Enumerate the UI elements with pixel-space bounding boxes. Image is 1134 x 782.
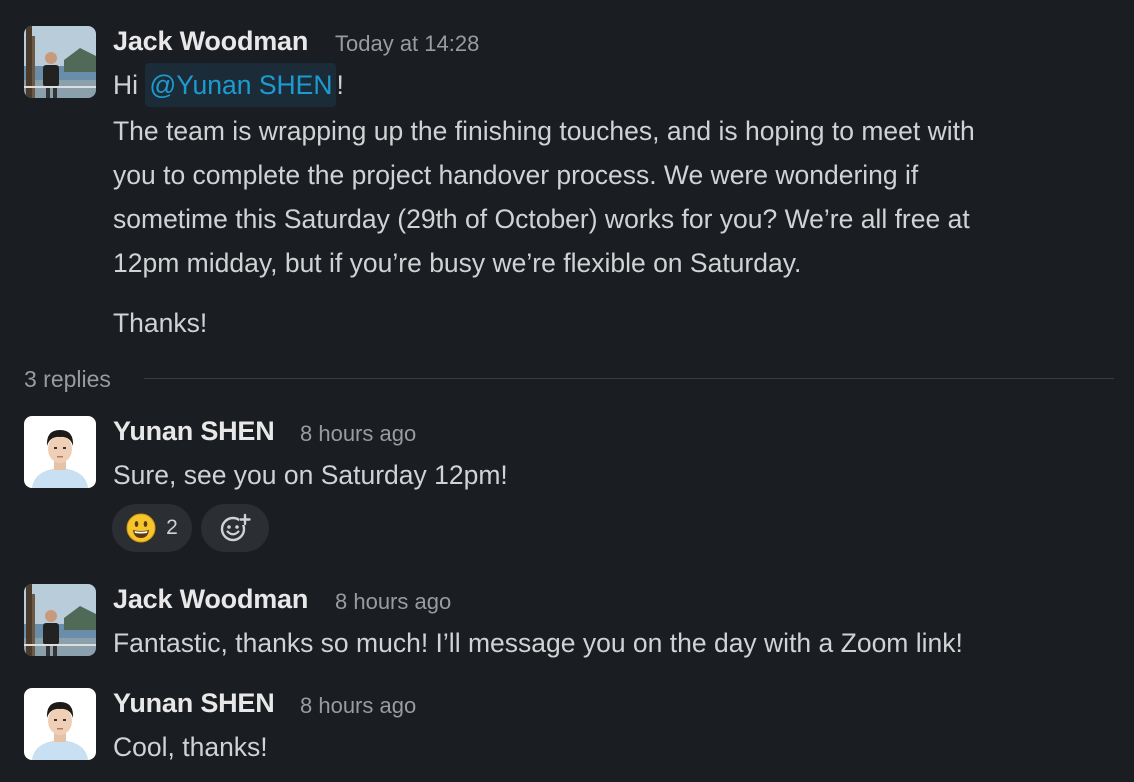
avatar-jack-woodman[interactable] bbox=[24, 584, 96, 656]
author-name[interactable]: Jack Woodman bbox=[113, 26, 308, 57]
timestamp[interactable]: 8 hours ago bbox=[335, 589, 451, 615]
replies-count-link[interactable]: 3 replies bbox=[24, 363, 111, 395]
message-jack-1: Jack Woodman Today at 14:28 Hi @Yunan SH… bbox=[0, 0, 1134, 350]
timestamp[interactable]: 8 hours ago bbox=[300, 421, 416, 447]
message-text: Fantastic, thanks so much! I’ll message … bbox=[113, 628, 963, 658]
avatar-yunan-image bbox=[24, 688, 96, 760]
message-body-line: sometime this Saturday (29th of October)… bbox=[113, 204, 970, 234]
greeting-suffix: ! bbox=[336, 70, 344, 100]
avatar-jack-woodman[interactable] bbox=[24, 26, 96, 98]
timestamp[interactable]: Today at 14:28 bbox=[335, 31, 479, 57]
author-name[interactable]: Jack Woodman bbox=[113, 584, 308, 615]
message-body-line: you to complete the project handover pro… bbox=[113, 160, 919, 190]
greeting-prefix: Hi bbox=[113, 70, 139, 100]
add-reaction-button[interactable] bbox=[201, 504, 269, 552]
avatar-yunan-shen[interactable] bbox=[24, 416, 96, 488]
message-closing: Thanks! bbox=[113, 308, 208, 338]
user-mention[interactable]: @Yunan SHEN bbox=[145, 63, 337, 107]
avatar-yunan-shen[interactable] bbox=[24, 688, 96, 760]
grinning-face-icon bbox=[126, 513, 156, 543]
message-body-line: 12pm midday, but if you’re busy we’re fl… bbox=[113, 248, 802, 278]
avatar-yunan-image bbox=[24, 416, 96, 488]
author-name[interactable]: Yunan SHEN bbox=[113, 688, 275, 719]
reaction-grinning[interactable]: 2 bbox=[112, 504, 192, 552]
timestamp[interactable]: 8 hours ago bbox=[300, 693, 416, 719]
author-name[interactable]: Yunan SHEN bbox=[113, 416, 275, 447]
avatar-jack-image bbox=[24, 26, 96, 98]
message-text: Sure, see you on Saturday 12pm! bbox=[113, 460, 508, 490]
thread-replies-divider: 3 replies bbox=[24, 363, 1114, 395]
add-reaction-icon bbox=[220, 513, 251, 542]
greeting-line: Hi @Yunan SHEN! bbox=[113, 63, 344, 107]
message-body-line: The team is wrapping up the finishing to… bbox=[113, 116, 975, 146]
avatar-jack-image bbox=[24, 584, 96, 656]
reaction-count: 2 bbox=[166, 516, 178, 539]
divider-line bbox=[144, 378, 1114, 379]
message-text: Cool, thanks! bbox=[113, 732, 268, 762]
